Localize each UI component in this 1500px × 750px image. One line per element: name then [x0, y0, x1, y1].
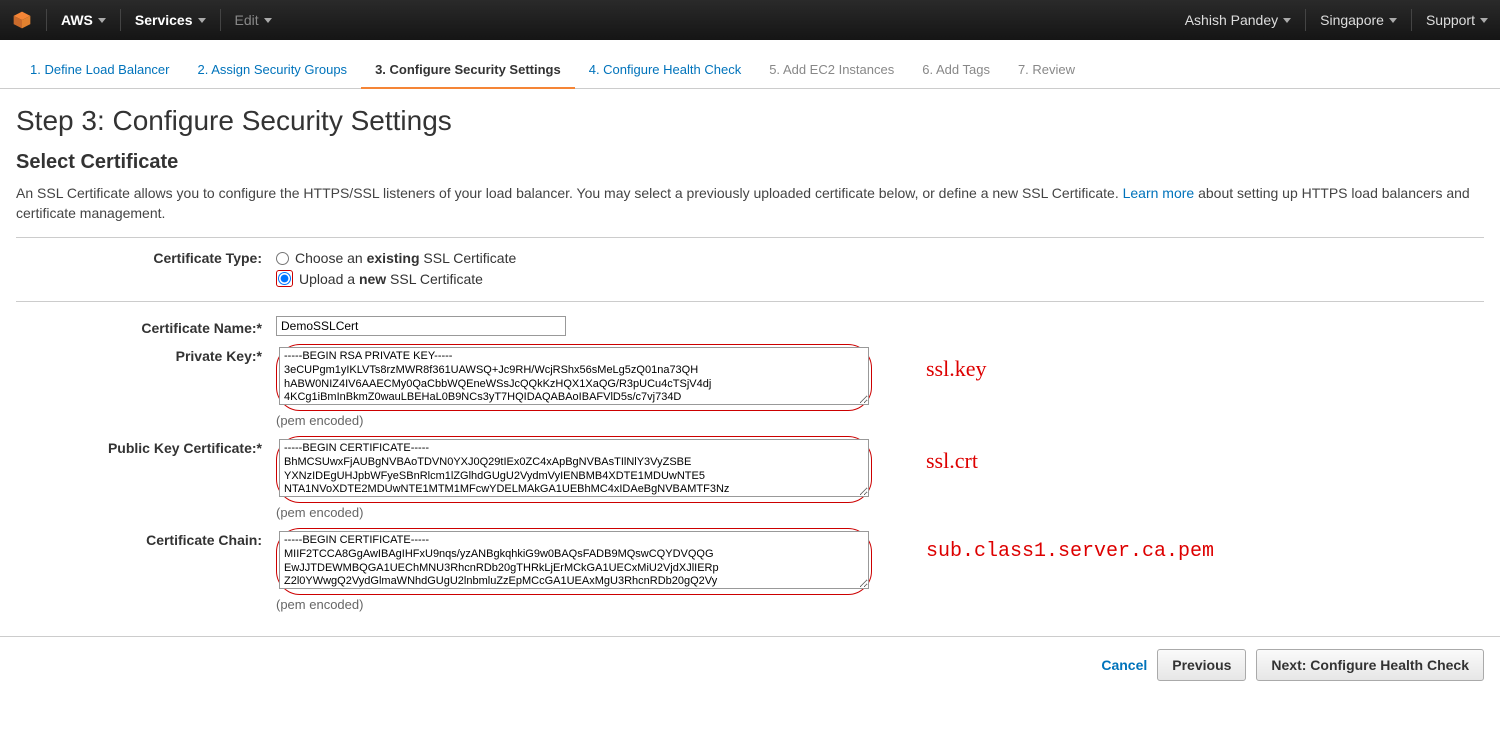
- chevron-down-icon: [1480, 18, 1488, 23]
- wizard-step-1[interactable]: 1. Define Load Balancer: [16, 52, 183, 89]
- annotation-ca-pem: sub.class1.server.ca.pem: [926, 540, 1214, 563]
- cert-chain-label: Certificate Chain:: [16, 528, 276, 548]
- wizard-step-3[interactable]: 3. Configure Security Settings: [361, 52, 575, 89]
- cert-type-label: Certificate Type:: [16, 248, 276, 289]
- section-description: An SSL Certificate allows you to configu…: [16, 184, 1484, 238]
- section-title: Select Certificate: [16, 151, 1484, 174]
- radio-upload-label: Upload a new SSL Certificate: [299, 271, 483, 287]
- top-navbar: AWS Services Edit Ashish Pandey Singapor…: [0, 0, 1500, 40]
- wizard-step-4[interactable]: 4. Configure Health Check: [575, 52, 755, 89]
- wizard-step-6: 6. Add Tags: [908, 52, 1004, 89]
- cancel-link[interactable]: Cancel: [1101, 657, 1147, 673]
- aws-logo-icon[interactable]: [12, 10, 32, 30]
- annotation-ssl-key: ssl.key: [926, 356, 987, 382]
- wizard-step-5: 5. Add EC2 Instances: [755, 52, 908, 89]
- nav-aws[interactable]: AWS: [61, 12, 106, 28]
- learn-more-link[interactable]: Learn more: [1123, 185, 1195, 201]
- cert-chain-hint: (pem encoded): [276, 597, 872, 612]
- wizard-steps: 1. Define Load Balancer 2. Assign Securi…: [0, 52, 1500, 89]
- chevron-down-icon: [98, 18, 106, 23]
- radio-upload-cert[interactable]: [278, 272, 291, 285]
- footer-actions: Cancel Previous Next: Configure Health C…: [0, 636, 1500, 693]
- private-key-textarea[interactable]: [279, 347, 869, 405]
- radio-existing-cert[interactable]: [276, 252, 289, 265]
- nav-edit[interactable]: Edit: [235, 12, 272, 28]
- chevron-down-icon: [1389, 18, 1397, 23]
- cert-name-label: Certificate Name:*: [16, 316, 276, 336]
- wizard-step-7: 7. Review: [1004, 52, 1089, 89]
- page-title: Step 3: Configure Security Settings: [16, 105, 1484, 137]
- public-key-label: Public Key Certificate:*: [16, 436, 276, 456]
- chevron-down-icon: [1283, 18, 1291, 23]
- chevron-down-icon: [264, 18, 272, 23]
- chevron-down-icon: [198, 18, 206, 23]
- wizard-step-2[interactable]: 2. Assign Security Groups: [183, 52, 361, 89]
- radio-existing-label: Choose an existing SSL Certificate: [295, 250, 516, 266]
- previous-button[interactable]: Previous: [1157, 649, 1246, 681]
- nav-support[interactable]: Support: [1426, 12, 1488, 28]
- nav-region[interactable]: Singapore: [1320, 12, 1397, 28]
- next-button[interactable]: Next: Configure Health Check: [1256, 649, 1484, 681]
- public-key-textarea[interactable]: [279, 439, 869, 497]
- nav-services[interactable]: Services: [135, 12, 206, 28]
- private-key-label: Private Key:*: [16, 344, 276, 364]
- private-key-hint: (pem encoded): [276, 413, 872, 428]
- cert-name-input[interactable]: [276, 316, 566, 336]
- public-key-hint: (pem encoded): [276, 505, 872, 520]
- cert-chain-textarea[interactable]: [279, 531, 869, 589]
- annotation-ssl-crt: ssl.crt: [926, 448, 978, 474]
- nav-user[interactable]: Ashish Pandey: [1185, 12, 1291, 28]
